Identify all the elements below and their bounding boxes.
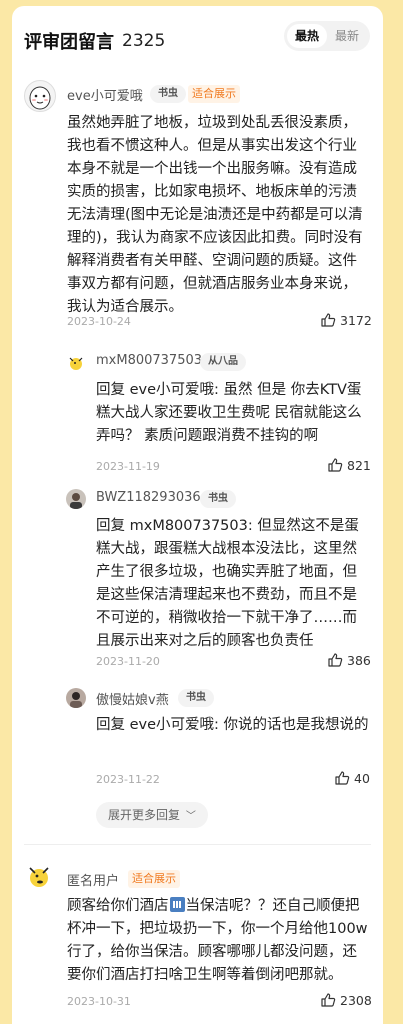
expand-replies-label: 展开更多回复 [108, 808, 181, 822]
divider [24, 844, 371, 845]
expand-replies-button[interactable]: 展开更多回复 ﹀ [96, 802, 208, 828]
reply-date: 2023-11-22 [96, 773, 160, 786]
like-count: 821 [347, 457, 371, 473]
comment-text: 顾客给你们酒店 当保洁呢？？还自己顺便把杯冲一下，把垃圾扔一下，你一个月给他100… [67, 895, 371, 987]
rank-badge: 书虫 [178, 689, 214, 707]
avatar[interactable] [24, 80, 56, 112]
username[interactable]: eve小可爱哦 [67, 85, 143, 104]
hotel-icon [169, 897, 185, 912]
comments-card: 评审团留言 2325 最热 最新 eve小可爱哦 书虫 适合展示 虽然她弄脏了地… [12, 6, 383, 1024]
thumbs-up-icon [335, 771, 350, 785]
sort-hot-option[interactable]: 最热 [287, 24, 327, 48]
reply-date: 2023-11-20 [96, 655, 160, 668]
reply-date: 2023-11-19 [96, 460, 160, 473]
username[interactable]: BWZ118293036 [96, 490, 201, 505]
chick-icon [69, 357, 83, 370]
chevron-down-icon: ﹀ [185, 811, 196, 822]
sort-toggle: 最热 最新 [284, 21, 370, 51]
like-count: 3172 [340, 312, 372, 328]
like-button[interactable]: 821 [327, 457, 371, 473]
like-button[interactable]: 3172 [320, 312, 372, 328]
recommend-tag: 适合展示 [188, 85, 240, 103]
comment-date: 2023-10-31 [67, 995, 131, 1008]
thumbs-up-icon [321, 993, 336, 1007]
rank-badge: 书虫 [150, 85, 186, 103]
username[interactable]: mxM800737503 [96, 353, 202, 368]
recommend-tag: 适合展示 [128, 870, 180, 888]
person-photo-icon [70, 692, 82, 708]
reply-text: 回复 eve小可爱哦: 虽然 但是 你去KTV蛋糕大战人家还要收卫生费呢 民宿就… [96, 382, 362, 444]
like-button[interactable]: 386 [327, 652, 371, 668]
reply-text: 回复 eve小可爱哦: 你说的话也是我想说的 [96, 717, 369, 733]
username[interactable]: 匿名用户 [67, 870, 119, 889]
rank-badge: 从八品 [200, 353, 246, 371]
comment-count: 2325 [122, 31, 166, 51]
like-button[interactable]: 40 [334, 770, 370, 786]
section-title: 评审团留言 [24, 32, 114, 53]
like-count: 386 [347, 652, 371, 668]
chick-icon [29, 867, 49, 887]
username[interactable]: 傲慢姑娘v燕 [96, 689, 169, 708]
like-button[interactable]: 2308 [320, 992, 372, 1008]
rank-badge: 书虫 [200, 490, 236, 508]
avatar[interactable] [66, 688, 86, 708]
like-count: 40 [354, 770, 370, 786]
like-count: 2308 [340, 992, 372, 1008]
avatar[interactable] [66, 352, 86, 372]
section-header: 评审团留言 2325 [24, 28, 165, 54]
comment-date: 2023-10-24 [67, 315, 131, 328]
thumbs-up-icon [328, 458, 343, 472]
thumbs-up-icon [321, 313, 336, 327]
avatar[interactable] [66, 489, 86, 509]
avatar[interactable] [24, 860, 54, 890]
reply-text: 回复 mxM800737503: 但显然这不是蛋糕大战，跟蛋糕大战根本没法比，这… [96, 518, 359, 649]
comment-text: 虽然她弄脏了地板，垃圾到处乱丢很没素质，我也看不惯这种人。但是从事实出发这个行业… [67, 115, 363, 315]
doodle-face-icon [29, 86, 51, 110]
person-photo-icon [70, 493, 82, 509]
comment-text-part: 顾客给你们酒店 [67, 898, 169, 914]
sort-new-option[interactable]: 最新 [327, 24, 367, 48]
thumbs-up-icon [328, 653, 343, 667]
